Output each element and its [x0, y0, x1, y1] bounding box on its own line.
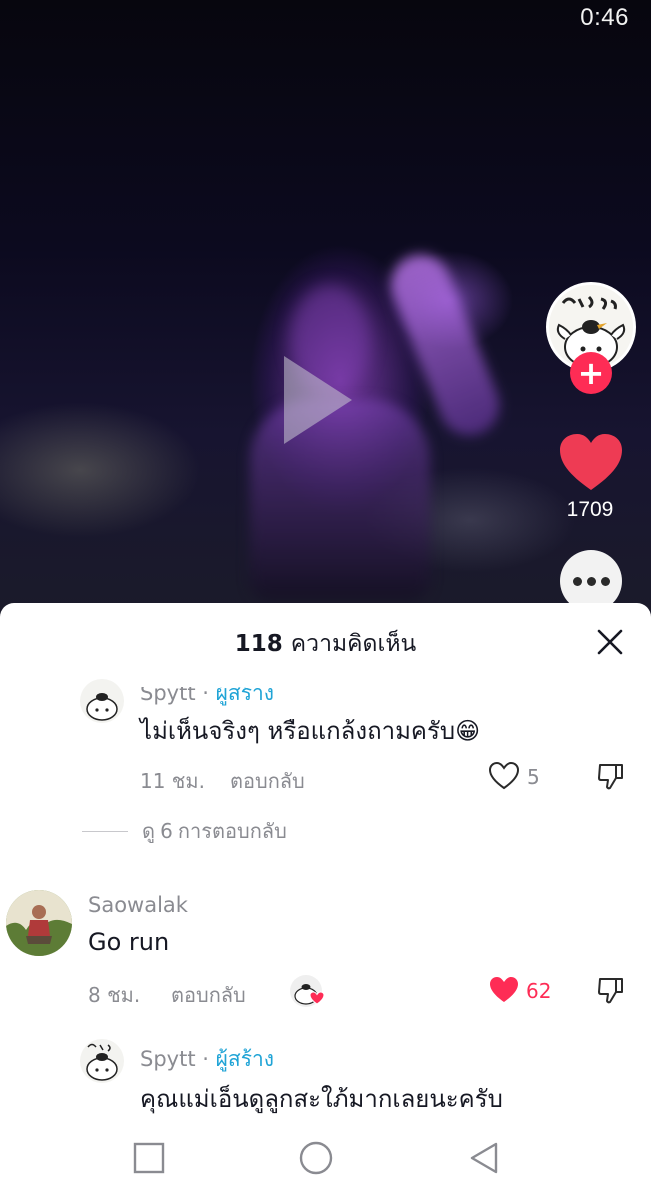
system-navbar: [0, 1122, 651, 1200]
comment-reply-creator-2: Spytt · ผู้สร้าง คุณแม่เอ็นดูลูกสะใภ้มาก…: [0, 1035, 651, 1135]
comments-sheet: 118 ความคิดเห็น Spytt · ผู้สร้าง ไม่เห็นจ…: [0, 603, 651, 1200]
view-replies-line: [82, 830, 128, 832]
comment-item: Saowalak Go run 8 ชม. ตอบกลับ 62: [0, 885, 651, 1025]
view-replies-count: 6: [160, 819, 173, 843]
video-player[interactable]: 0:46 + 1709: [0, 0, 651, 620]
dot: [586, 576, 596, 586]
comments-count: 118: [234, 631, 283, 657]
dot: [572, 576, 582, 586]
creator-liked-heart-icon: [309, 991, 325, 1005]
heart-icon[interactable]: [558, 432, 624, 494]
comment-text: คุณแม่เอ็นดูลูกสะใภ้มากเลยนะครับ: [140, 1085, 503, 1113]
back-triangle-icon[interactable]: [466, 1140, 502, 1176]
close-icon[interactable]: [597, 629, 623, 655]
plus-icon: +: [577, 354, 605, 392]
follow-button[interactable]: +: [570, 352, 612, 394]
dot: [600, 576, 610, 586]
view-replies-suffix: การตอบกลับ: [177, 819, 287, 843]
comments-title-label: ความคิดเห็น: [290, 631, 417, 657]
creator-reply-avatar-image: [86, 693, 118, 721]
comment-username-text[interactable]: Spytt: [140, 687, 196, 705]
dislike-icon[interactable]: [596, 975, 626, 1005]
comment-username[interactable]: Spytt · ผู้สร้าง: [140, 1043, 274, 1076]
heart-filled-icon[interactable]: [488, 975, 520, 1005]
creator-reply-avatar-image: [86, 1043, 118, 1081]
comment-time: 8 ชม.: [88, 983, 141, 1007]
comment-text: Go run: [88, 928, 170, 956]
square-icon[interactable]: [131, 1140, 167, 1176]
comments-title: 118 ความคิดเห็น: [235, 626, 416, 662]
circle-icon[interactable]: [298, 1140, 334, 1176]
comment-text: ไม่เห็นจริงๆ หรือแกล้งถามครับ😁: [140, 717, 481, 745]
like-count: 1709: [566, 498, 614, 521]
reply-button[interactable]: ตอบกลับ: [230, 765, 305, 797]
commenter-avatar[interactable]: [6, 890, 72, 956]
reply-button[interactable]: ตอบกลับ: [171, 979, 246, 1011]
comment-username[interactable]: Saowalak: [88, 893, 188, 917]
view-replies-prefix: ดู: [142, 819, 155, 843]
comment-time: 11 ชม.: [140, 769, 205, 793]
heart-outline-icon[interactable]: [488, 761, 520, 791]
comment-username-text[interactable]: Spytt: [140, 1047, 196, 1071]
dislike-icon[interactable]: [596, 761, 626, 791]
commenter-avatar-image: [6, 890, 72, 956]
status-time: 0:46: [580, 4, 629, 31]
view-replies-link[interactable]: ดู 6 การตอบกลับ: [82, 815, 287, 847]
creator-reply-avatar[interactable]: [80, 1039, 124, 1083]
creator-badge: ผู้สร้าง: [215, 681, 275, 705]
comment-like-count: 62: [526, 979, 552, 1003]
dot-separator: ·: [195, 1047, 216, 1071]
comment-like-count: 5: [527, 765, 540, 789]
creator-reply-avatar[interactable]: [80, 679, 124, 723]
creator-badge: ผู้สร้าง: [215, 1047, 275, 1071]
dot-separator: ·: [195, 681, 216, 705]
comments-header: 118 ความคิดเห็น: [0, 603, 651, 685]
play-icon[interactable]: [278, 352, 358, 448]
